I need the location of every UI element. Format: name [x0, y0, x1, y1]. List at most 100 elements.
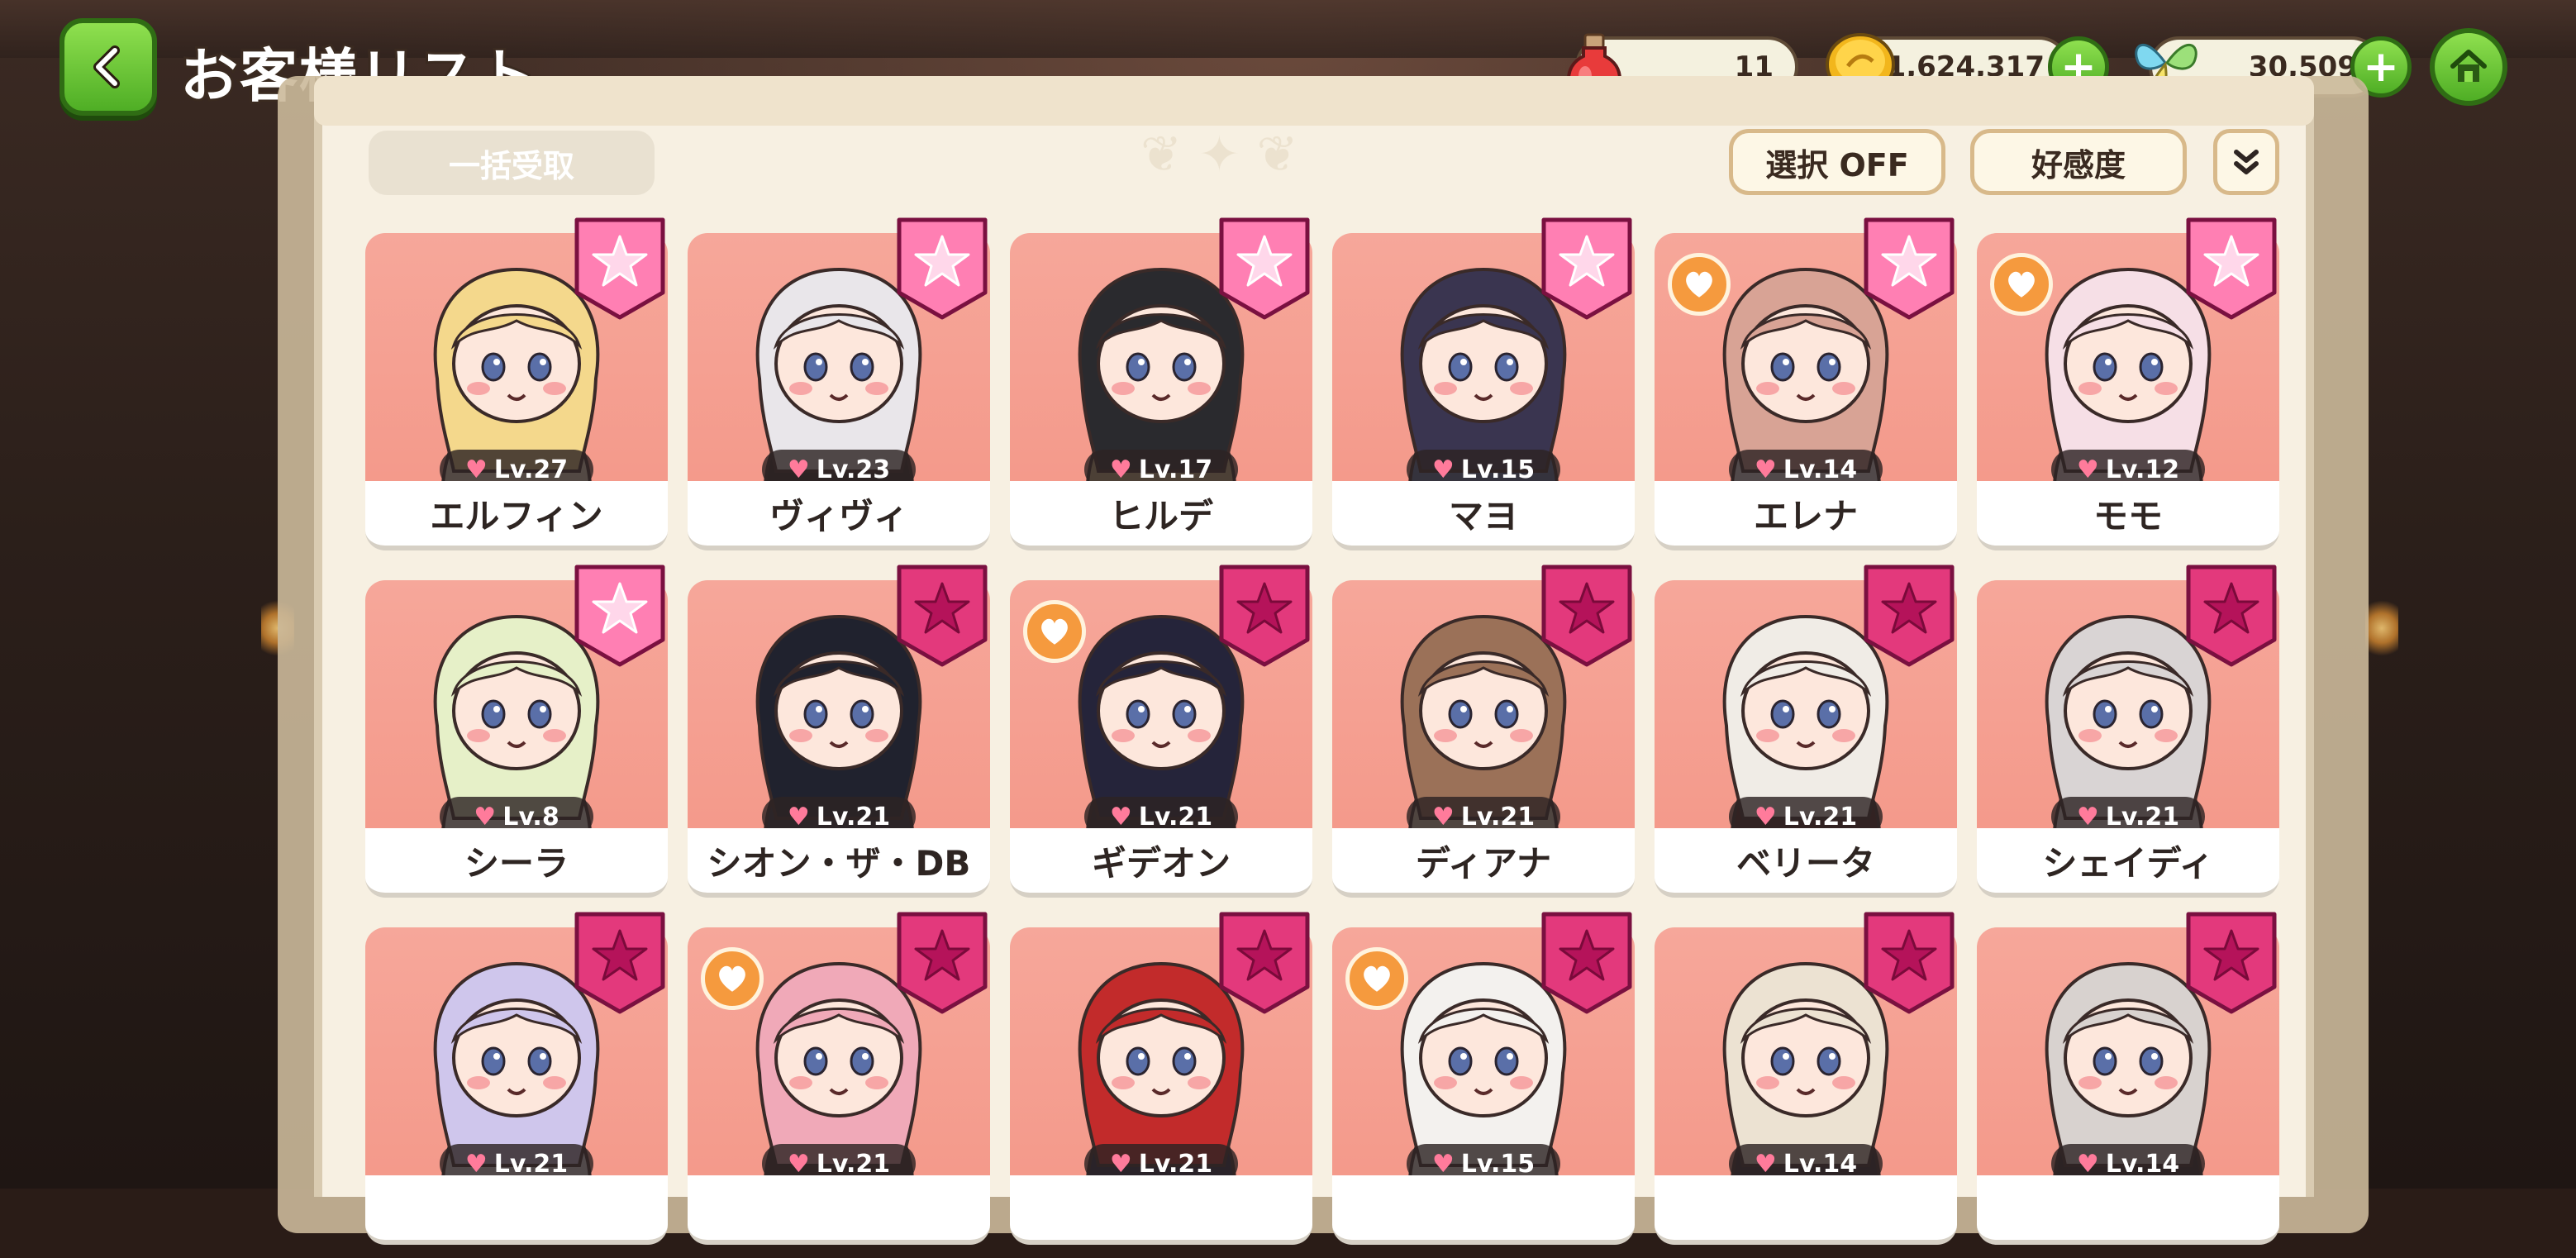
- customer-card[interactable]: ♥ Lv.21 シオン・ザ・DB: [686, 564, 992, 911]
- star-rank-badge: [1864, 912, 1955, 1014]
- star-rank-badge: [1864, 565, 1955, 667]
- customer-name: [1332, 1175, 1635, 1245]
- level-text: Lv.17: [1138, 455, 1213, 484]
- customer-name: ヒルデ: [1010, 481, 1312, 550]
- customer-name: [1010, 1175, 1312, 1245]
- heart-icon: ♥: [464, 1149, 488, 1179]
- back-button[interactable]: [60, 18, 157, 116]
- home-icon: [2450, 50, 2487, 82]
- sort-order-button[interactable]: [2213, 129, 2279, 195]
- heart-icon: ♥: [474, 802, 497, 832]
- customer-card[interactable]: ♥ Lv.23 ヴィヴィ: [686, 217, 992, 564]
- customer-card[interactable]: ♥ Lv.21 ギデオン: [1008, 564, 1314, 911]
- customer-name: [365, 1175, 668, 1245]
- customer-card[interactable]: ♥ Lv.21 シェイディ: [1975, 564, 2281, 911]
- heart-icon: ♥: [1109, 455, 1132, 484]
- heart-icon: ♥: [1754, 802, 1777, 832]
- select-toggle-button[interactable]: 選択 OFF: [1729, 129, 1945, 195]
- star-rank-badge: [574, 217, 665, 320]
- star-rank-badge: [2186, 565, 2277, 667]
- customer-name: ヴィヴィ: [688, 481, 990, 550]
- heart-icon: ♥: [787, 802, 810, 832]
- heart-icon: [2008, 271, 2035, 298]
- customer-card[interactable]: ♥ Lv.8 シーラ: [364, 564, 669, 911]
- heart-icon: [1686, 271, 1712, 298]
- star-rank-badge: [1541, 912, 1632, 1014]
- customer-name: シーラ: [365, 828, 668, 898]
- star-rank-badge: [574, 912, 665, 1014]
- heart-icon: ♥: [1431, 455, 1455, 484]
- level-text: Lv.15: [1460, 1149, 1536, 1179]
- level-text: Lv.14: [1783, 1149, 1858, 1179]
- heart-icon: ♥: [1109, 1149, 1132, 1179]
- level-text: Lv.21: [1138, 1149, 1213, 1179]
- customer-card[interactable]: ♥ Lv.14: [1975, 911, 2281, 1258]
- heart-icon: ♥: [1431, 1149, 1455, 1179]
- chevron-left-icon: [93, 45, 120, 88]
- customer-card[interactable]: ♥ Lv.21: [364, 911, 669, 1258]
- heart-icon: ♥: [787, 455, 810, 484]
- heart-icon: ♥: [2076, 802, 2099, 832]
- level-text: Lv.14: [2105, 1149, 2180, 1179]
- customer-card[interactable]: ♥ Lv.21 ディアナ: [1331, 564, 1636, 911]
- heart-icon: ♥: [464, 455, 488, 484]
- customer-card[interactable]: ♥ Lv.15: [1331, 911, 1636, 1258]
- heart-icon: ♥: [2076, 1149, 2099, 1179]
- customer-card[interactable]: ♥ Lv.15 マヨ: [1331, 217, 1636, 564]
- level-text: Lv.14: [1783, 455, 1858, 484]
- customer-name: シオン・ザ・DB: [688, 828, 990, 898]
- heart-icon: [719, 965, 745, 992]
- customer-card[interactable]: ♥ Lv.12 モモ: [1975, 217, 2281, 564]
- level-text: Lv.21: [493, 1149, 569, 1179]
- home-button[interactable]: [2430, 28, 2507, 106]
- level-text: Lv.12: [2105, 455, 2180, 484]
- customer-card[interactable]: ♥ Lv.17 ヒルデ: [1008, 217, 1314, 564]
- star-rank-badge: [1219, 565, 1310, 667]
- customer-card[interactable]: ♥ Lv.14: [1653, 911, 1959, 1258]
- customer-name: エルフィン: [365, 481, 668, 550]
- heart-gift-badge: [701, 947, 764, 1010]
- star-rank-badge: [1541, 217, 1632, 320]
- panel-header-band: [314, 76, 2314, 126]
- customer-card[interactable]: ♥ Lv.21 ベリータ: [1653, 564, 1959, 911]
- level-text: Lv.21: [816, 802, 891, 832]
- star-rank-badge: [2186, 217, 2277, 320]
- sort-affinity-button[interactable]: 好感度: [1970, 129, 2187, 195]
- heart-icon: [1041, 618, 1068, 645]
- level-text: Lv.21: [1138, 802, 1213, 832]
- level-text: Lv.23: [816, 455, 891, 484]
- bulk-claim-button[interactable]: 一括受取: [369, 131, 655, 195]
- level-text: Lv.27: [493, 455, 569, 484]
- level-text: Lv.21: [2105, 802, 2180, 832]
- panel-ornament: ❦✦❦: [1140, 126, 1315, 183]
- heart-gift-badge: [1990, 253, 2053, 316]
- star-rank-badge: [2186, 912, 2277, 1014]
- customer-name: シェイディ: [1977, 828, 2279, 898]
- level-text: Lv.8: [502, 802, 559, 832]
- level-text: Lv.21: [816, 1149, 891, 1179]
- customer-name: エレナ: [1655, 481, 1957, 550]
- customer-card[interactable]: ♥ Lv.21: [1008, 911, 1314, 1258]
- star-rank-badge: [897, 217, 988, 320]
- customer-name: モモ: [1977, 481, 2279, 550]
- heart-icon: [1364, 965, 1390, 992]
- customer-card[interactable]: ♥ Lv.27 エルフィン: [364, 217, 669, 564]
- customer-name: ディアナ: [1332, 828, 1635, 898]
- star-rank-badge: [574, 565, 665, 667]
- heart-icon: ♥: [1431, 802, 1455, 832]
- customer-name: [1655, 1175, 1957, 1245]
- heart-icon: ♥: [2076, 455, 2099, 484]
- star-rank-badge: [1219, 912, 1310, 1014]
- star-rank-badge: [1864, 217, 1955, 320]
- heart-icon: ♥: [787, 1149, 810, 1179]
- customer-card[interactable]: ♥ Lv.14 エレナ: [1653, 217, 1959, 564]
- level-text: Lv.21: [1783, 802, 1858, 832]
- heart-gift-badge: [1023, 600, 1086, 663]
- heart-icon: ♥: [1109, 802, 1132, 832]
- customer-card[interactable]: ♥ Lv.21: [686, 911, 992, 1258]
- heart-gift-badge: [1345, 947, 1408, 1010]
- star-rank-badge: [1219, 217, 1310, 320]
- level-text: Lv.21: [1460, 802, 1536, 832]
- customer-name: [688, 1175, 990, 1245]
- double-chevron-down-icon: [2234, 150, 2259, 174]
